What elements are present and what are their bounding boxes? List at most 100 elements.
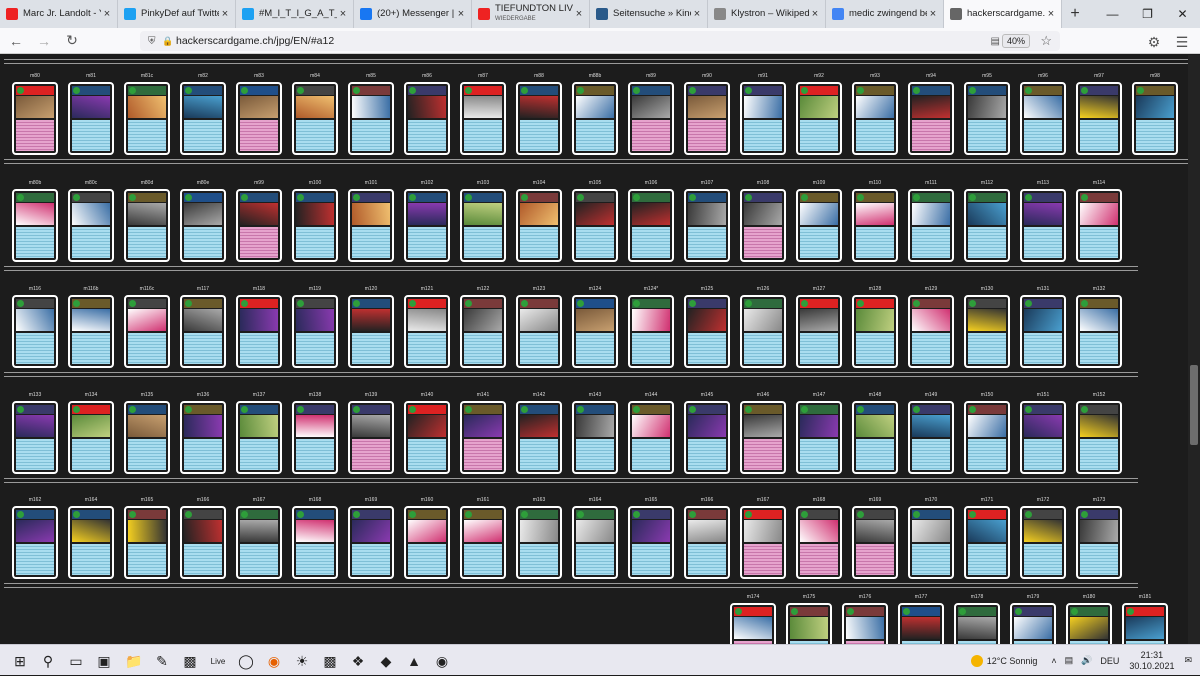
hacker-card[interactable] (404, 189, 450, 262)
hacker-card[interactable] (180, 189, 226, 262)
hacker-card[interactable] (516, 189, 562, 262)
hacker-card[interactable] (684, 189, 730, 262)
maximize-icon[interactable]: ❐ (1130, 0, 1165, 28)
hacker-card[interactable] (404, 82, 450, 155)
hacker-card[interactable] (1122, 603, 1168, 644)
hacker-card[interactable] (236, 506, 282, 579)
hacker-card[interactable] (124, 401, 170, 474)
hacker-card[interactable] (516, 82, 562, 155)
hacker-card[interactable] (1020, 401, 1066, 474)
hacker-card[interactable] (124, 189, 170, 262)
hacker-card[interactable] (740, 506, 786, 579)
app-icon-5[interactable]: ▲ (402, 650, 426, 672)
close-tab-icon[interactable]: × (927, 8, 939, 20)
hacker-card[interactable] (740, 82, 786, 155)
hacker-card[interactable] (796, 82, 842, 155)
hacker-card[interactable] (68, 189, 114, 262)
edge-icon[interactable]: ◯ (234, 650, 258, 672)
new-tab-icon[interactable]: + (1062, 0, 1088, 28)
store-icon[interactable]: ▣ (92, 650, 116, 672)
hacker-card[interactable] (516, 401, 562, 474)
live-app-icon[interactable]: Live (206, 650, 230, 672)
hacker-card[interactable] (460, 189, 506, 262)
hacker-card[interactable] (908, 401, 954, 474)
hacker-card[interactable] (684, 82, 730, 155)
browser-tab[interactable]: #M_I_T_I_G_A_T_I_O_N -× (236, 0, 354, 28)
address-bar[interactable]: ⛨ 🔒 hackerscardgame.ch/jpg/EN/#a12 ▤ 40%… (140, 31, 1060, 51)
hacker-card[interactable] (124, 82, 170, 155)
hacker-card[interactable] (796, 189, 842, 262)
minimize-icon[interactable]: — (1095, 0, 1130, 28)
volume-icon[interactable]: 🔊 (1081, 655, 1092, 666)
hacker-card[interactable] (852, 82, 898, 155)
hacker-card[interactable] (964, 189, 1010, 262)
hacker-card[interactable] (516, 506, 562, 579)
network-icon[interactable]: ▤ (1065, 655, 1074, 666)
hacker-card[interactable] (348, 295, 394, 368)
hacker-card[interactable] (236, 295, 282, 368)
app-icon-6[interactable]: ◉ (430, 650, 454, 672)
hacker-card[interactable] (292, 189, 338, 262)
extensions-icon[interactable]: ⚙ (1142, 31, 1166, 53)
hacker-card[interactable] (292, 295, 338, 368)
hacker-card[interactable] (852, 295, 898, 368)
hacker-card[interactable] (68, 295, 114, 368)
bookmark-star-icon[interactable]: ☆ (1040, 33, 1052, 49)
hacker-card[interactable] (1020, 295, 1066, 368)
hacker-card[interactable] (404, 506, 450, 579)
hacker-card[interactable] (684, 506, 730, 579)
scrollbar-thumb[interactable] (1190, 365, 1198, 445)
app-icon-4[interactable]: ◆ (374, 650, 398, 672)
url-text[interactable]: hackerscardgame.ch/jpg/EN/#a12 (176, 35, 334, 47)
hacker-card[interactable] (460, 82, 506, 155)
hacker-card[interactable] (684, 295, 730, 368)
hacker-card[interactable] (740, 401, 786, 474)
hacker-card[interactable] (404, 295, 450, 368)
hacker-card[interactable] (12, 401, 58, 474)
weather-widget[interactable]: 12°C Sonnig (970, 654, 1037, 667)
scrollbar[interactable] (1188, 55, 1200, 644)
hacker-card[interactable] (1076, 295, 1122, 368)
hacker-card[interactable] (12, 506, 58, 579)
browser-tab[interactable]: PinkyDef auf Twitter: "@i× (118, 0, 236, 28)
hacker-card[interactable] (1076, 506, 1122, 579)
hacker-card[interactable] (1132, 82, 1178, 155)
hacker-card[interactable] (908, 189, 954, 262)
hacker-card[interactable] (908, 82, 954, 155)
hacker-card[interactable] (1020, 82, 1066, 155)
hacker-card[interactable] (404, 401, 450, 474)
menu-icon[interactable]: ☰ (1170, 31, 1194, 53)
close-tab-icon[interactable]: × (573, 8, 585, 20)
shield-icon[interactable]: ⛨ (148, 36, 156, 47)
hacker-card[interactable] (124, 295, 170, 368)
hacker-card[interactable] (852, 189, 898, 262)
hacker-card[interactable] (898, 603, 944, 644)
hacker-card[interactable] (1076, 401, 1122, 474)
close-tab-icon[interactable]: × (219, 8, 231, 20)
hacker-card[interactable] (1020, 189, 1066, 262)
hacker-card[interactable] (572, 189, 618, 262)
terminal-icon[interactable]: ▩ (178, 650, 202, 672)
hacker-card[interactable] (1010, 603, 1056, 644)
hacker-card[interactable] (180, 82, 226, 155)
hacker-card[interactable] (12, 82, 58, 155)
notifications-icon[interactable]: ✉ (1184, 655, 1192, 666)
hacker-card[interactable] (1066, 603, 1112, 644)
hacker-card[interactable] (292, 506, 338, 579)
app-icon-2[interactable]: ▩ (318, 650, 342, 672)
reload-icon[interactable]: ↻ (60, 30, 84, 52)
browser-tab[interactable]: hackerscardgame.ch/jpg/EN× (944, 0, 1062, 28)
hacker-card[interactable] (68, 401, 114, 474)
hacker-card[interactable] (908, 295, 954, 368)
browser-tab[interactable]: medic zwingend benötig× (826, 0, 944, 28)
close-tab-icon[interactable]: × (101, 8, 113, 20)
hacker-card[interactable] (460, 506, 506, 579)
hacker-card[interactable] (684, 401, 730, 474)
pen-icon[interactable]: ✎ (150, 650, 174, 672)
app-icon-1[interactable]: ☀ (290, 650, 314, 672)
hacker-card[interactable] (628, 82, 674, 155)
app-icon-3[interactable]: ❖ (346, 650, 370, 672)
hacker-card[interactable] (348, 506, 394, 579)
task-view-icon[interactable]: ▭ (64, 650, 88, 672)
browser-tab[interactable]: TIEFUNDTON LIVE@100 WIEDERGABE × (472, 0, 590, 28)
